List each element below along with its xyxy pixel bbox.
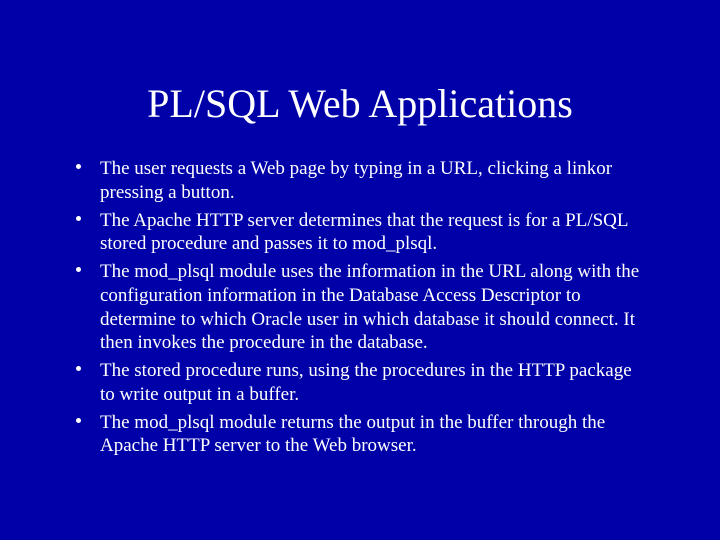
bullet-icon (76, 267, 81, 272)
list-item: The stored procedure runs, using the pro… (70, 359, 650, 407)
slide: PL/SQL Web Applications The user request… (0, 0, 720, 540)
slide-title: PL/SQL Web Applications (70, 80, 650, 127)
list-item: The mod_plsql module uses the informatio… (70, 260, 650, 355)
bullet-text: The user requests a Web page by typing i… (100, 158, 612, 203)
bullet-icon (76, 164, 81, 169)
bullet-text: The Apache HTTP server determines that t… (100, 210, 628, 255)
bullet-list: The user requests a Web page by typing i… (70, 157, 650, 458)
list-item: The Apache HTTP server determines that t… (70, 209, 650, 257)
list-item: The mod_plsql module returns the output … (70, 411, 650, 459)
bullet-text: The mod_plsql module returns the output … (100, 412, 605, 457)
bullet-icon (76, 418, 81, 423)
bullet-icon (76, 216, 81, 221)
bullet-icon (76, 366, 81, 371)
bullet-text: The stored procedure runs, using the pro… (100, 360, 632, 405)
bullet-text: The mod_plsql module uses the informatio… (100, 261, 639, 353)
list-item: The user requests a Web page by typing i… (70, 157, 650, 205)
